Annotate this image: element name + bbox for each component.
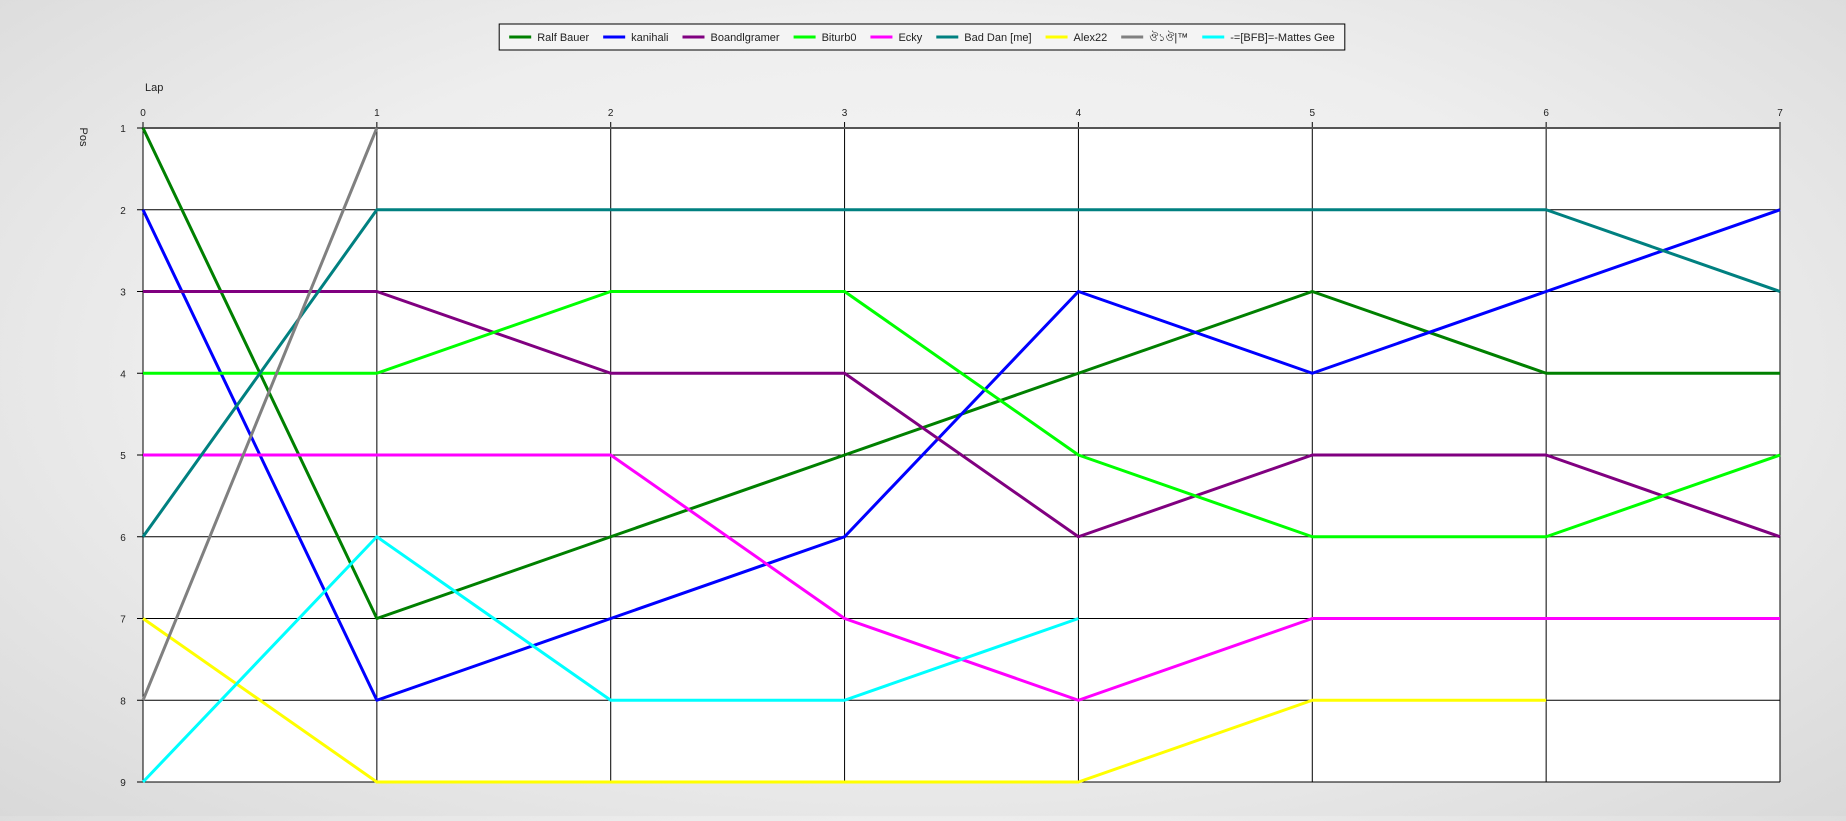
x-tick-label: 4	[1076, 108, 1082, 119]
legend-entry: Bad Dan [me]	[964, 32, 1031, 44]
y-tick-label: 1	[120, 124, 126, 135]
x-tick-label: 3	[842, 108, 848, 119]
legend-entry: Boandlgramer	[710, 32, 779, 44]
x-tick-label: 7	[1777, 108, 1783, 119]
x-tick-label: 0	[140, 108, 146, 119]
y-tick-label: 6	[120, 533, 126, 544]
legend-entry: kanihali	[631, 32, 668, 44]
y-tick-label: 2	[120, 206, 126, 217]
x-tick-label: 2	[608, 108, 614, 119]
y-tick-label: 5	[120, 451, 126, 462]
legend-entry: Biturb0	[822, 32, 857, 44]
x-tick-label: 6	[1543, 108, 1549, 119]
legend-entry: -=[BFB]=-Mattes Gee	[1230, 32, 1335, 44]
legend-entry: ঔ১ঔ|™	[1149, 31, 1188, 44]
lap-position-chart: Ralf Bauer kanihali Boandlgramer Biturb0 Eck…	[0, 0, 1846, 816]
y-axis-label: Pos	[77, 128, 89, 147]
legend-entry: Alex22	[1074, 32, 1108, 44]
chart-svg: Ralf Bauer kanihali Boandlgramer Biturb0 Eck…	[77, 23, 1783, 789]
x-tick-label: 1	[374, 108, 380, 119]
y-tick-label: 7	[120, 615, 126, 626]
y-tick-label: 3	[120, 288, 126, 299]
y-tick-label: 4	[120, 369, 126, 380]
legend-entry: Ecky	[898, 32, 922, 44]
legend: Ralf Bauer kanihali Boandlgramer Biturb0 Eck…	[498, 23, 1346, 51]
y-tick-label: 9	[120, 778, 126, 789]
x-tick-label: 5	[1310, 108, 1316, 119]
y-tick-label: 8	[120, 696, 126, 707]
x-axis-label: Lap	[145, 82, 163, 94]
legend-entry: Ralf Bauer	[537, 32, 589, 44]
